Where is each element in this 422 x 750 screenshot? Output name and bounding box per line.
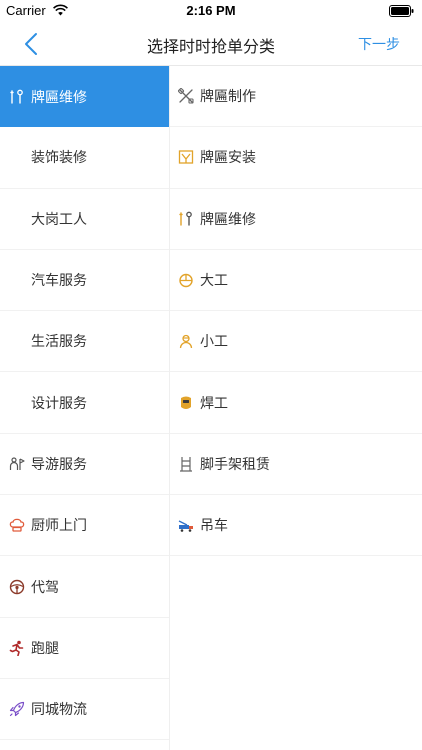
category-label: 汽车服务 bbox=[31, 273, 87, 290]
subcategory-label: 脚手架租赁 bbox=[200, 456, 270, 473]
category-label: 跑腿 bbox=[31, 640, 59, 657]
category-label: 导游服务 bbox=[31, 456, 87, 473]
tour-guide-icon bbox=[9, 457, 25, 470]
subcategory-item-sign-making[interactable]: 牌匾制作 bbox=[170, 66, 422, 128]
wrench-screwdriver-icon bbox=[10, 89, 23, 104]
category-label: 设计服务 bbox=[31, 395, 87, 412]
category-label: 大岗工人 bbox=[31, 211, 87, 228]
subcategory-label: 牌匾制作 bbox=[200, 89, 256, 106]
subcategory-label: 小工 bbox=[200, 334, 228, 351]
subcategory-item-crane[interactable]: 吊车 bbox=[170, 495, 422, 557]
category-label: 牌匾维修 bbox=[31, 89, 87, 106]
category-label: 装饰装修 bbox=[31, 150, 87, 167]
subcategory-label: 焊工 bbox=[200, 395, 228, 412]
category-label: 同城物流 bbox=[31, 702, 87, 719]
steering-wheel-icon bbox=[9, 579, 25, 594]
welding-mask-icon bbox=[181, 396, 191, 409]
rocket-icon bbox=[9, 702, 25, 717]
category-item-home-chef[interactable]: 厨师上门 bbox=[0, 495, 169, 557]
chef-hat-icon bbox=[9, 518, 25, 532]
subcategory-label: 大工 bbox=[200, 273, 228, 290]
subcategory-item-sign-repair[interactable]: 牌匾维修 bbox=[170, 189, 422, 250]
category-item-designated-driver[interactable]: 代驾 bbox=[0, 556, 169, 618]
category-item-car-service[interactable]: 汽车服务 bbox=[0, 250, 169, 312]
crane-truck-icon bbox=[178, 520, 193, 533]
subcategory-label: 牌匾安装 bbox=[200, 150, 256, 167]
navigation-bar: 选择时时抢单分类 下一步 bbox=[0, 22, 422, 66]
next-step-button[interactable]: 下一步 bbox=[358, 34, 400, 54]
worker-icon bbox=[179, 335, 193, 349]
category-item-city-logistics[interactable]: 同城物流 bbox=[0, 679, 169, 741]
subcategory-item-helper[interactable]: 小工 bbox=[170, 311, 422, 373]
category-item-tour-guide[interactable]: 导游服务 bbox=[0, 434, 169, 496]
category-item-laborers[interactable]: 大岗工人 bbox=[0, 189, 169, 250]
subcategory-item-skilled-worker[interactable]: 大工 bbox=[170, 250, 422, 312]
subcategory-list: 牌匾制作 牌匾安装 牌匾维修 大工 小工 焊工 脚手架租赁 吊车 bbox=[170, 66, 422, 750]
hard-hat-icon bbox=[179, 273, 193, 288]
category-item-design-service[interactable]: 设计服务 bbox=[0, 372, 169, 434]
category-label: 厨师上门 bbox=[31, 518, 87, 535]
category-label: 代驾 bbox=[31, 579, 59, 596]
category-label: 生活服务 bbox=[31, 334, 87, 351]
category-item-errand[interactable]: 跑腿 bbox=[0, 618, 169, 679]
status-bar: Carrier 2:16 PM bbox=[0, 0, 422, 22]
wrench-screwdriver-icon bbox=[179, 211, 192, 226]
category-item-decoration[interactable]: 装饰装修 bbox=[0, 127, 169, 189]
subcategory-item-sign-installation[interactable]: 牌匾安装 bbox=[170, 127, 422, 189]
subcategory-label: 牌匾维修 bbox=[200, 211, 256, 228]
subcategory-label: 吊车 bbox=[200, 518, 228, 535]
category-item-life-service[interactable]: 生活服务 bbox=[0, 311, 169, 373]
battery-icon bbox=[389, 5, 414, 17]
subcategory-item-scaffold-rental[interactable]: 脚手架租赁 bbox=[170, 434, 422, 496]
running-man-icon bbox=[9, 640, 24, 656]
tools-cross-icon bbox=[178, 88, 194, 104]
scaffold-icon bbox=[180, 456, 192, 472]
sign-install-icon bbox=[178, 150, 194, 165]
category-list: 牌匾维修 装饰装修 大岗工人 汽车服务 生活服务 设计服务 导游服务 厨师上门 bbox=[0, 66, 169, 750]
subcategory-item-welder[interactable]: 焊工 bbox=[170, 372, 422, 434]
category-item-sign-repair[interactable]: 牌匾维修 bbox=[0, 66, 169, 128]
clock: 2:16 PM bbox=[186, 3, 236, 18]
